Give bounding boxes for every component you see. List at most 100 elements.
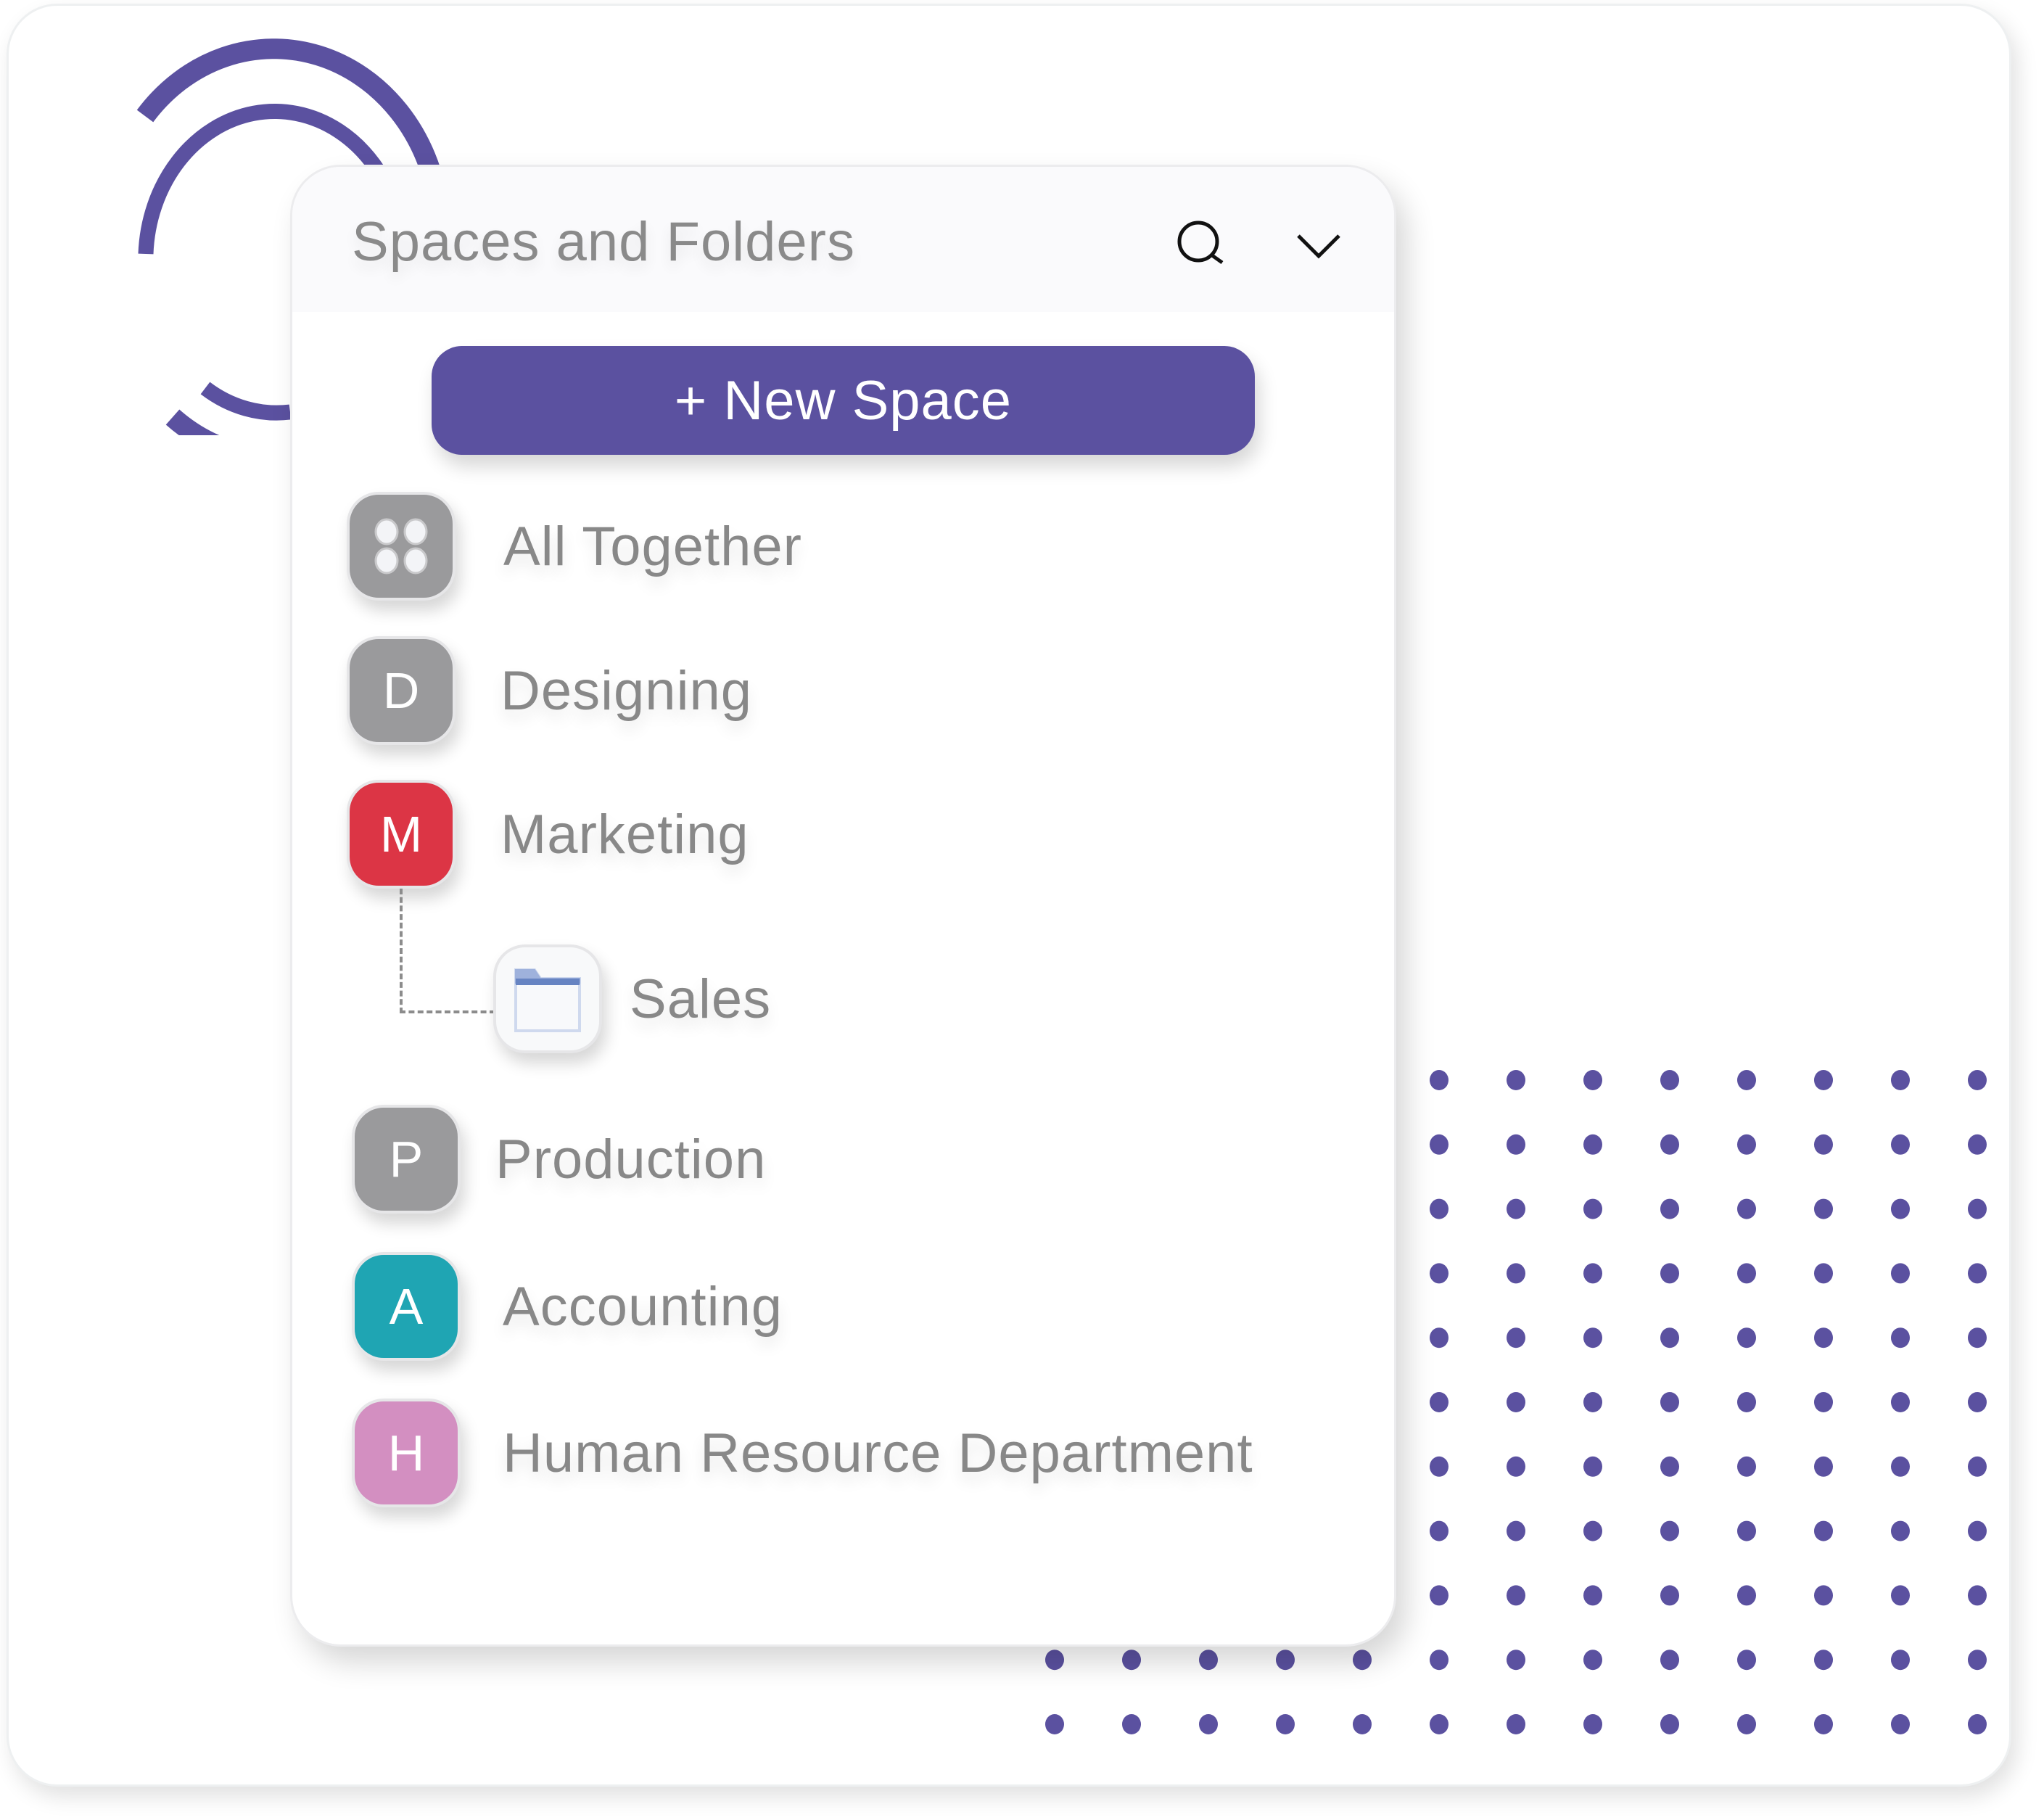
decorative-dot <box>1430 1456 1448 1477</box>
decorative-dot <box>1814 1585 1833 1606</box>
human-resource-avatar: H <box>352 1399 461 1507</box>
decorative-dot <box>1353 1650 1372 1671</box>
decorative-dot <box>1660 1263 1679 1284</box>
space-item-all-together[interactable]: All Together <box>347 492 802 601</box>
decorative-dot <box>1737 1456 1756 1477</box>
decorative-dot <box>1660 1134 1679 1155</box>
all-together-avatar <box>347 492 456 601</box>
decorative-dot <box>1814 1456 1833 1477</box>
decorative-dot <box>1353 1714 1372 1734</box>
decorative-dot <box>1660 1456 1679 1477</box>
decorative-dot <box>1968 1585 1987 1606</box>
decorative-dot <box>1891 1134 1910 1155</box>
decorative-dot <box>1507 1392 1525 1412</box>
decorative-dot <box>1891 1585 1910 1606</box>
space-item-human-resource-department[interactable]: H Human Resource Department <box>352 1399 1253 1507</box>
decorative-dot <box>1891 1263 1910 1284</box>
decorative-dot <box>1968 1392 1987 1412</box>
accounting-avatar: A <box>352 1252 461 1361</box>
decorative-dot <box>1430 1327 1448 1348</box>
space-label: Accounting <box>503 1275 783 1338</box>
decorative-dot <box>1507 1714 1525 1734</box>
decorative-dot <box>1583 1327 1602 1348</box>
decorative-dot <box>1968 1198 1987 1219</box>
space-item-accounting[interactable]: A Accounting <box>352 1252 783 1361</box>
decorative-dot <box>1276 1714 1295 1734</box>
decorative-dot <box>1660 1327 1679 1348</box>
decorative-dot <box>1968 1263 1987 1284</box>
decorative-dot <box>1430 1392 1448 1412</box>
space-label: Designing <box>500 659 752 722</box>
space-label: Human Resource Department <box>503 1422 1253 1484</box>
decorative-dot <box>1430 1070 1448 1090</box>
decorative-dot <box>1660 1070 1679 1090</box>
search-button[interactable] <box>1170 213 1235 279</box>
decorative-dot <box>1430 1198 1448 1219</box>
designing-avatar: D <box>347 636 456 745</box>
collapse-button[interactable] <box>1286 213 1351 279</box>
decorative-dot <box>1199 1650 1218 1671</box>
decorative-dot <box>1814 1070 1833 1090</box>
decorative-dot <box>1430 1520 1448 1541</box>
space-item-production[interactable]: P Production <box>352 1105 766 1214</box>
decorative-dot <box>1583 1263 1602 1284</box>
decorative-dot <box>1814 1392 1833 1412</box>
tree-connector <box>400 889 495 1013</box>
space-label: Marketing <box>500 803 749 865</box>
decorative-dot <box>1045 1714 1064 1734</box>
decorative-dot <box>1891 1392 1910 1412</box>
decorative-dot <box>1737 1520 1756 1541</box>
decorative-dot <box>1122 1650 1141 1671</box>
production-avatar: P <box>352 1105 461 1214</box>
decorative-dot <box>1968 1520 1987 1541</box>
decorative-dot <box>1276 1650 1295 1671</box>
decorative-dot <box>1660 1585 1679 1606</box>
decorative-dot <box>1507 1650 1525 1671</box>
decorative-dot <box>1891 1520 1910 1541</box>
panel-title: Spaces and Folders <box>352 211 855 273</box>
decorative-dot <box>1737 1714 1756 1734</box>
decorative-dot <box>1583 1520 1602 1541</box>
decorative-dot <box>1583 1650 1602 1671</box>
decorative-dot <box>1583 1585 1602 1606</box>
space-label: Production <box>495 1128 767 1190</box>
decorative-dot <box>1583 1134 1602 1155</box>
decorative-dot <box>1737 1392 1756 1412</box>
decorative-dot <box>1891 1714 1910 1734</box>
decorative-dot <box>1583 1392 1602 1412</box>
decorative-dot <box>1891 1198 1910 1219</box>
space-item-marketing[interactable]: M Marketing <box>347 780 749 889</box>
decorative-dot <box>1968 1327 1987 1348</box>
decorative-dot <box>1814 1714 1833 1734</box>
decorative-dot <box>1430 1650 1448 1671</box>
chevron-down-icon <box>1297 234 1340 259</box>
decorative-dot <box>1507 1134 1525 1155</box>
space-item-designing[interactable]: D Designing <box>347 636 752 745</box>
decorative-dot <box>1583 1714 1602 1734</box>
search-icon <box>1177 221 1224 265</box>
folder-icon <box>514 968 581 1032</box>
decorative-dot <box>1507 1585 1525 1606</box>
decorative-dot <box>1660 1520 1679 1541</box>
decorative-dot <box>1968 1456 1987 1477</box>
decorative-dot <box>1737 1198 1756 1219</box>
decorative-dot <box>1814 1263 1833 1284</box>
decorative-dot <box>1583 1456 1602 1477</box>
new-space-button[interactable]: + New Space <box>432 346 1255 455</box>
decorative-dot <box>1891 1070 1910 1090</box>
decorative-dot <box>1430 1134 1448 1155</box>
decorative-dot <box>1968 1134 1987 1155</box>
sales-folder-avatar <box>493 944 602 1053</box>
decorative-dot <box>1199 1714 1218 1734</box>
decorative-dot <box>1583 1198 1602 1219</box>
decorative-dot <box>1507 1198 1525 1219</box>
decorative-dot <box>1737 1263 1756 1284</box>
panel-header: Spaces and Folders <box>292 167 1394 312</box>
folder-item-sales[interactable]: Sales <box>493 944 771 1053</box>
marketing-avatar: M <box>347 780 456 889</box>
decorative-dot <box>1737 1650 1756 1671</box>
decorative-dot <box>1737 1134 1756 1155</box>
decorative-dot <box>1814 1198 1833 1219</box>
decorative-dot <box>1660 1392 1679 1412</box>
decorative-dot <box>1122 1714 1141 1734</box>
